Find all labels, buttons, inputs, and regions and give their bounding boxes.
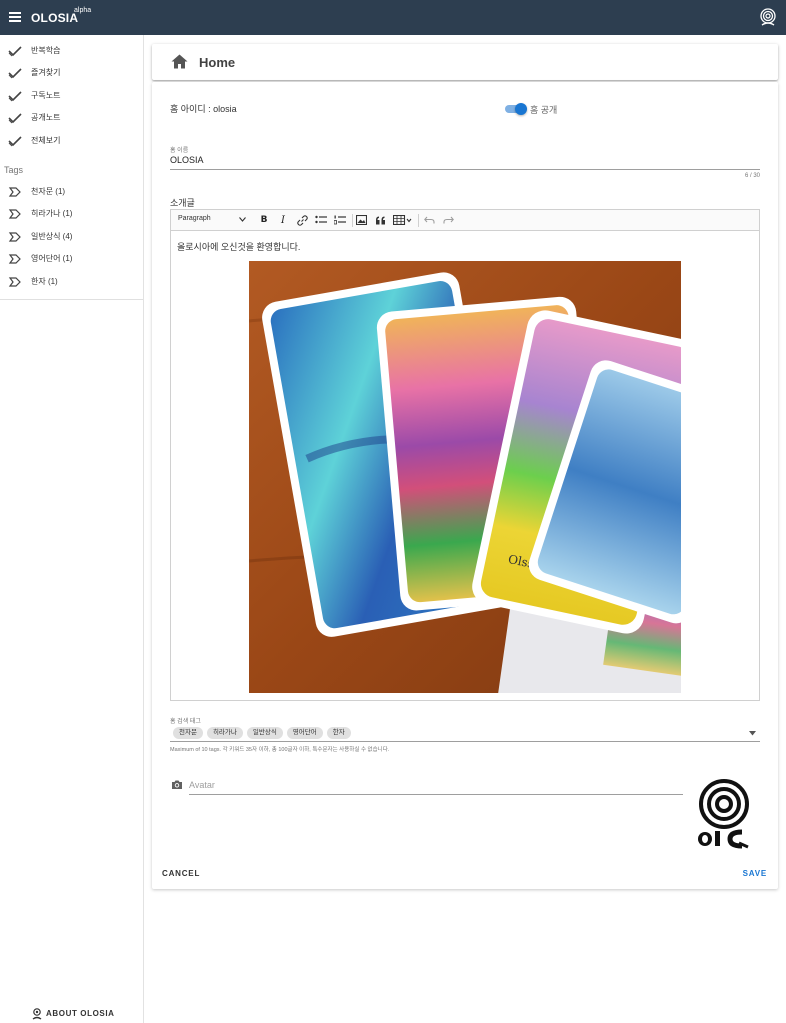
sidebar-item-view-all[interactable]: 전체보기 — [0, 130, 143, 152]
sidebar-item-label: 구독노트 — [31, 91, 61, 100]
sidebar-tag-cheonjamun[interactable]: 천자문 (1) — [0, 181, 143, 203]
tag-icon — [8, 232, 21, 242]
toolbar-divider — [352, 214, 353, 227]
check-icon — [8, 46, 22, 57]
avatar-underline — [189, 794, 683, 795]
tag-chip[interactable]: 영어단어 — [286, 727, 323, 739]
tags-dropdown-icon[interactable] — [749, 731, 756, 736]
sidebar-tag-hiragana[interactable]: 히라가나 (1) — [0, 203, 143, 225]
tag-chip[interactable]: 천자문 — [173, 727, 203, 739]
home-id-text: 홈 아이디 : olosia — [170, 104, 237, 114]
profile-logo-icon[interactable] — [759, 8, 777, 28]
numbered-list-icon[interactable] — [334, 214, 346, 226]
save-button[interactable]: SAVE — [743, 869, 767, 878]
editor-toolbar: Paragraph B I — [171, 210, 759, 231]
sidebar-item-repeat-study[interactable]: 반복학습 — [0, 40, 143, 62]
menu-icon[interactable] — [9, 12, 21, 22]
page-header: Home — [152, 44, 778, 80]
redo-icon[interactable] — [442, 214, 454, 226]
cancel-button[interactable]: CANCEL — [162, 869, 200, 878]
sidebar-item-label: 전체보기 — [31, 136, 61, 145]
intro-rich-text-editor[interactable]: Paragraph B I 올로시아에 오신것을 환영합니다. Olssia — [170, 209, 760, 701]
home-name-label: 홈 이름 — [170, 148, 189, 154]
sidebar-tag-label: 일반상식 (4) — [31, 232, 73, 241]
tag-chip[interactable]: 일반상식 — [246, 727, 283, 739]
sidebar-item-label: 즐겨찾기 — [31, 68, 61, 77]
brand-name[interactable]: OLOSIA — [31, 11, 78, 25]
home-settings-form: 홈 아이디 : olosia 홈 공개 홈 이름 OLOSIA 6 / 30 소… — [152, 82, 778, 889]
tag-icon — [8, 277, 21, 287]
search-tags-underline — [170, 741, 760, 742]
toolbar-divider — [418, 214, 419, 227]
sidebar-tag-label: 히라가나 (1) — [31, 209, 73, 218]
about-olosia-label: ABOUT OLOSIA — [46, 1009, 115, 1018]
public-toggle-label: 홈 공개 — [530, 105, 558, 115]
check-icon — [8, 113, 22, 124]
sidebar-item-favorites[interactable]: 즐겨찾기 — [0, 62, 143, 84]
intro-label: 소개글 — [170, 198, 195, 208]
tag-icon — [8, 187, 21, 197]
tag-icon — [8, 209, 21, 219]
avatar-input[interactable]: Avatar — [189, 780, 215, 790]
check-icon — [8, 68, 22, 79]
sidebar-item-subscribed-notes[interactable]: 구독노트 — [0, 85, 143, 107]
olosia-avatar-logo — [698, 779, 749, 849]
olosia-logo-icon — [32, 1008, 42, 1020]
table-icon[interactable] — [393, 214, 413, 226]
undo-icon[interactable] — [423, 214, 435, 226]
sidebar: 반복학습 즐겨찾기 구독노트 공개노트 전체보기 Tags 천자문 (1) 히라… — [0, 35, 144, 1023]
tag-chip[interactable]: 히라가나 — [206, 727, 243, 739]
sidebar-item-label: 반복학습 — [31, 46, 61, 55]
bold-button[interactable]: B — [259, 214, 269, 226]
public-toggle-knob — [515, 103, 527, 115]
sidebar-tag-label: 영어단어 (1) — [31, 254, 73, 263]
check-icon — [8, 136, 22, 147]
intro-text: 올로시아에 오신것을 환영합니다. — [177, 242, 301, 252]
home-icon — [171, 54, 188, 69]
sidebar-item-label: 공개노트 — [31, 113, 61, 122]
image-icon[interactable] — [355, 214, 367, 226]
chevron-down-icon[interactable] — [239, 217, 246, 222]
home-name-counter: 6 / 30 — [744, 173, 760, 179]
brand-badge: alpha — [74, 7, 92, 14]
sidebar-item-public-notes[interactable]: 공개노트 — [0, 107, 143, 129]
sidebar-tag-english-words[interactable]: 영어단어 (1) — [0, 248, 143, 270]
italic-button[interactable]: I — [278, 214, 288, 226]
home-name-input[interactable]: OLOSIA — [170, 155, 204, 165]
tag-icon — [8, 254, 21, 264]
sidebar-tag-label: 천자문 (1) — [31, 187, 66, 196]
search-tags-chips: 천자문 히라가나 일반상식 영어단어 한자 — [173, 727, 351, 739]
search-tags-label: 홈 검색 태그 — [170, 719, 201, 725]
tags-heading: Tags — [4, 165, 24, 175]
quote-icon[interactable] — [374, 214, 386, 226]
intro-cards-photo: Olssia — [249, 261, 681, 693]
sidebar-divider — [0, 299, 143, 300]
home-name-underline — [170, 169, 760, 170]
sidebar-tag-general-knowledge[interactable]: 일반상식 (4) — [0, 226, 143, 248]
tag-chip[interactable]: 한자 — [326, 727, 351, 739]
page-title: Home — [199, 55, 236, 70]
app-bar: OLOSIA alpha — [0, 0, 786, 35]
paragraph-dropdown[interactable]: Paragraph — [178, 215, 211, 222]
bulleted-list-icon[interactable] — [315, 214, 327, 226]
link-icon[interactable] — [296, 214, 308, 226]
search-tags-hint: Maximum of 10 tags. 각 키워드 35자 이하, 총 100글… — [170, 747, 390, 753]
sidebar-tag-hanja[interactable]: 한자 (1) — [0, 271, 143, 293]
check-icon — [8, 91, 22, 102]
camera-icon[interactable] — [171, 779, 183, 790]
sidebar-tag-label: 한자 (1) — [31, 277, 58, 286]
public-toggle[interactable] — [505, 103, 527, 115]
